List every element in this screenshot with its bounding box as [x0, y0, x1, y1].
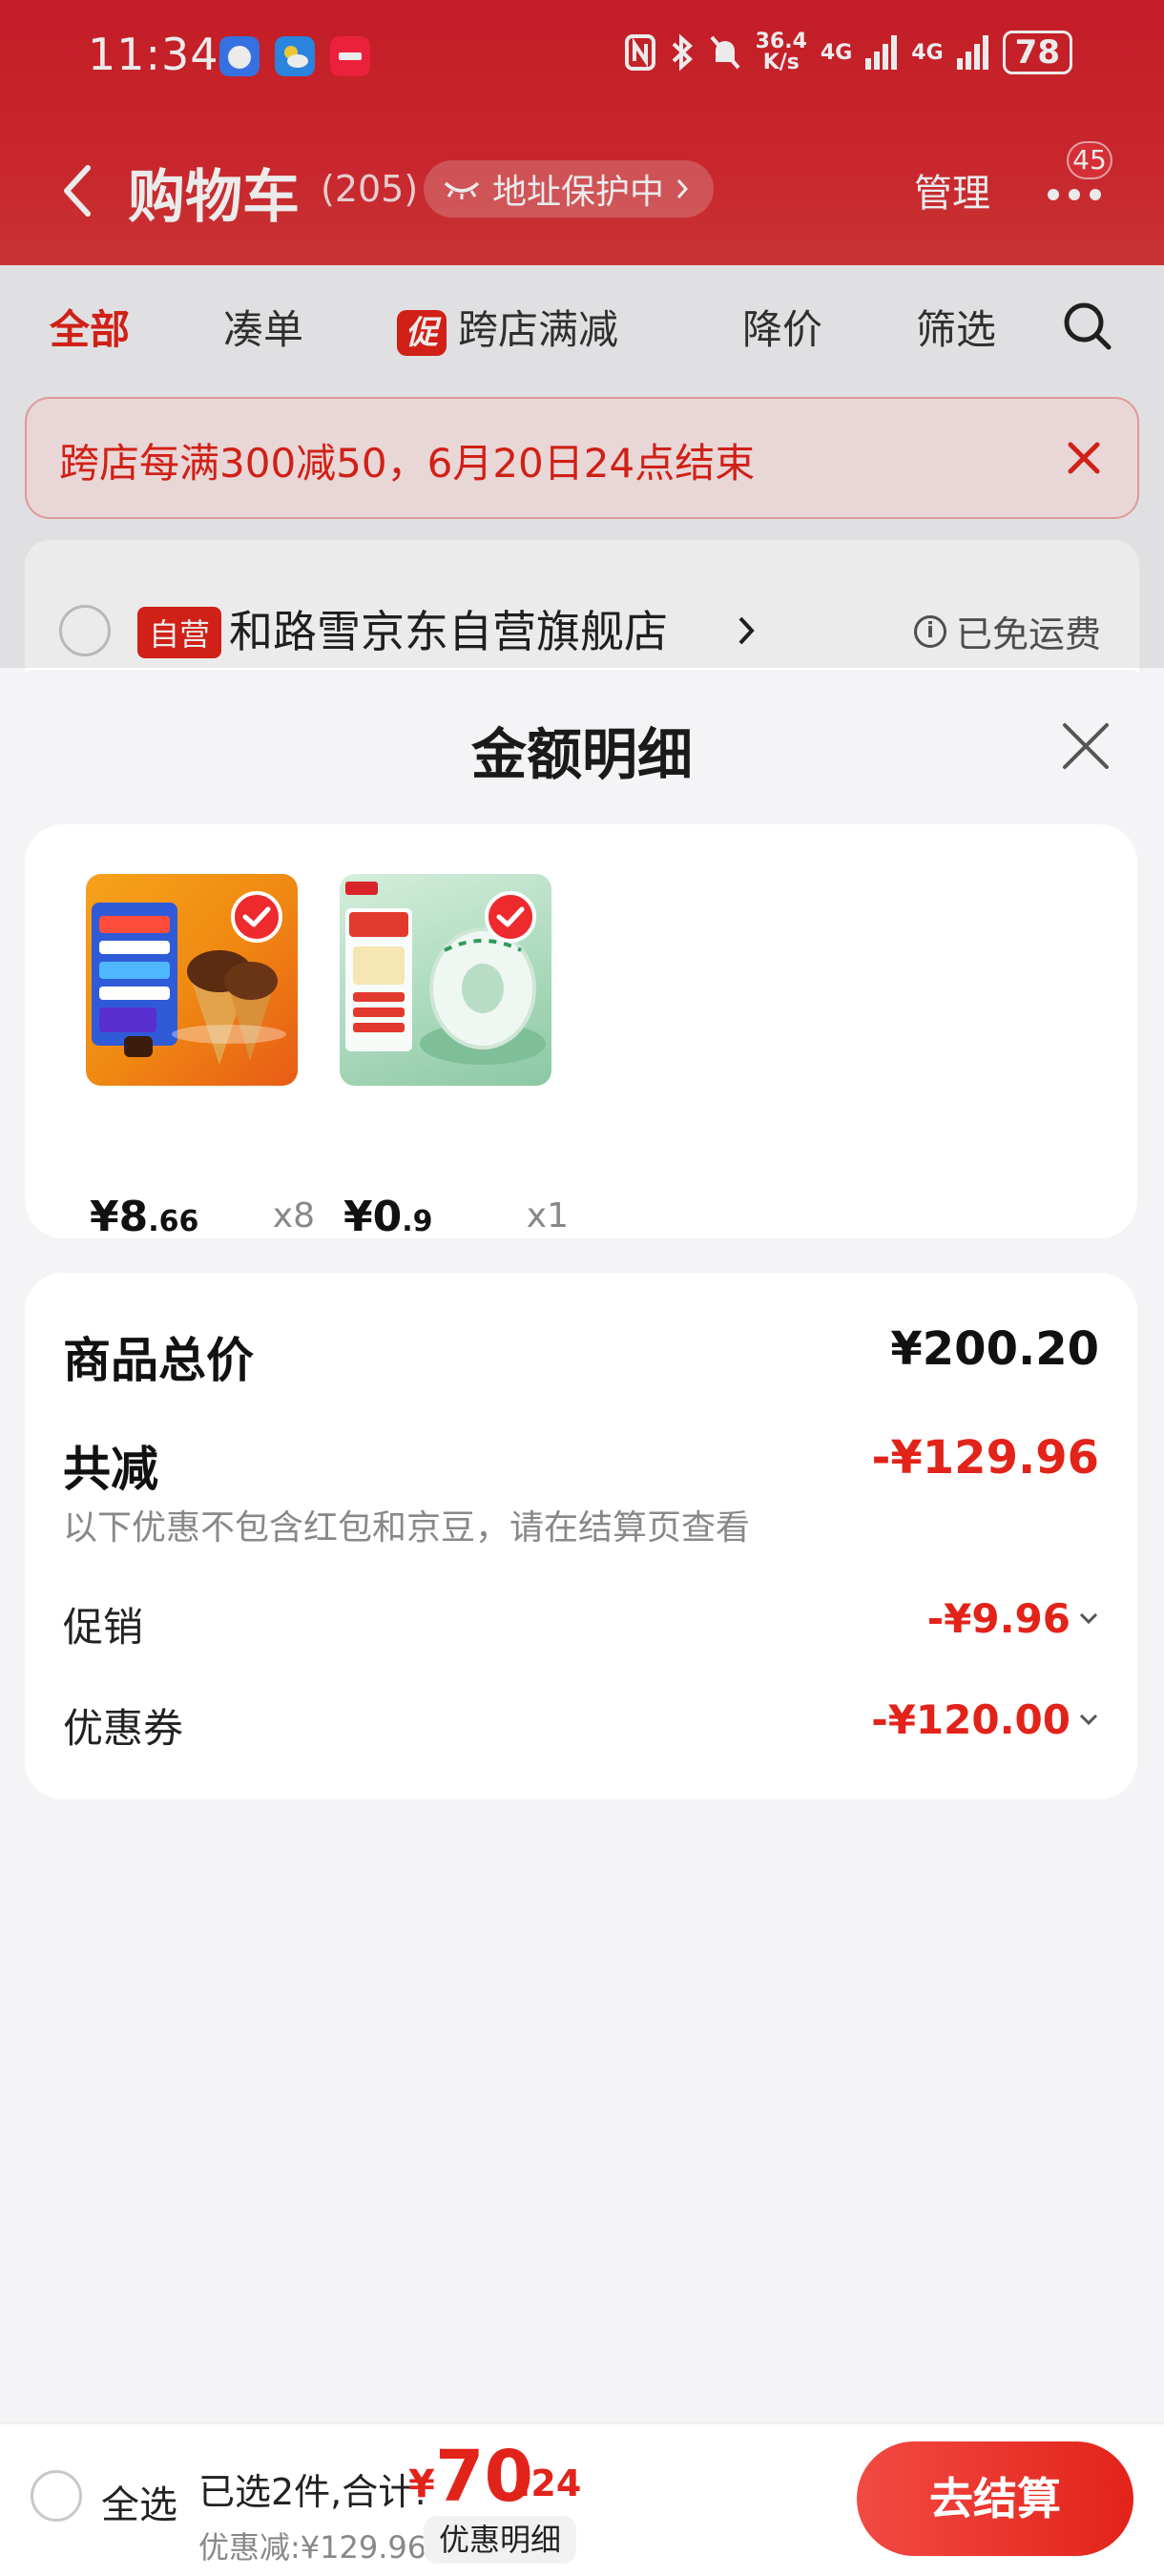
promo-mark: 促	[397, 309, 447, 356]
reduction-label: 共减	[63, 1442, 158, 1497]
promotion-row[interactable]: 促销 -¥9.96	[63, 1595, 1099, 1652]
selected-item[interactable]: ¥8.66 x8	[86, 874, 315, 1241]
tab-all[interactable]: 全部	[50, 298, 130, 356]
tab-bundle[interactable]: 凑单	[223, 298, 303, 356]
signal-4g-label-2: 4G	[911, 40, 944, 65]
promo-notice-text: 跨店每满300减50，6月20日24点结束	[59, 440, 756, 487]
status-time: 11:34	[88, 29, 219, 80]
free-shipping-label: 已免运费	[955, 613, 1101, 655]
reduction-note-row: 以下优惠不包含红包和京豆，请在结算页查看	[63, 1500, 1099, 1549]
nfc-icon	[624, 34, 655, 71]
checked-icon	[485, 891, 536, 943]
select-all-radio[interactable]	[31, 2470, 82, 2522]
chevron-right-icon	[738, 616, 755, 645]
signal-bars-icon-2	[956, 35, 988, 70]
signal-4g-label: 4G	[820, 40, 853, 65]
battery-indicator: 78	[1002, 31, 1072, 74]
close-icon[interactable]	[1059, 719, 1112, 773]
back-chevron-icon[interactable]	[59, 162, 97, 219]
item-quantity: x8	[272, 1196, 315, 1236]
amount-detail-sheet: 金额明细 ¥8.66 x8 ¥0.9 x1 商品总价 ¥200.20 共减 -¥…	[0, 670, 1164, 2423]
item-price-int: ¥8	[90, 1193, 149, 1241]
sheet-title: 金额明细	[470, 722, 693, 787]
item-price-row: ¥8.66 x8	[86, 1193, 315, 1250]
selected-items-card: ¥8.66 x8 ¥0.9 x1	[25, 824, 1137, 1241]
checkout-button[interactable]: 去结算	[857, 2441, 1133, 2556]
tab-cross-store[interactable]: 促跨店满减	[397, 298, 618, 356]
amount-summary-card: 商品总价 ¥200.20 共减 -¥129.96 以下优惠不包含红包和京豆，请在…	[25, 1273, 1137, 1799]
weather-app-icon	[275, 36, 315, 76]
cart-nav: 购物车 (205) 地址保护中 管理 45	[0, 141, 1164, 235]
reduction-row: 共减 -¥129.96	[63, 1431, 1099, 1498]
net-speed-unit: K/s	[762, 51, 800, 74]
manage-button[interactable]: 管理	[914, 162, 990, 218]
product-thumbnail	[340, 874, 551, 1086]
filter-tabs: 全部 凑单 促跨店满减 降价 筛选	[0, 265, 1164, 389]
item-price: ¥8.66	[90, 1193, 198, 1241]
coupon-label: 优惠券	[63, 1705, 184, 1752]
eye-closed-icon	[444, 181, 480, 199]
mute-bell-icon	[710, 35, 740, 70]
reduction-note: 以下优惠不包含红包和京豆，请在结算页查看	[63, 1508, 751, 1548]
goods-total-row: 商品总价 ¥200.20	[63, 1322, 1099, 1389]
signal-bars-icon	[865, 35, 898, 70]
net-speed-value: 36.4	[755, 30, 807, 53]
goods-total-value: ¥200.20	[890, 1322, 1099, 1376]
cart-count: (205)	[321, 168, 419, 210]
goods-total-label: 商品总价	[63, 1333, 254, 1388]
status-icons: 36.4 K/s 4G 4G 78	[624, 31, 1072, 74]
selected-summary: 已选2件,合计:	[198, 2471, 427, 2513]
item-price-dec: .66	[148, 1205, 199, 1238]
total-amount-dec: .24	[517, 2462, 582, 2504]
select-all-label[interactable]: 全选	[101, 2474, 177, 2529]
coupon-row[interactable]: 优惠券 -¥120.00	[63, 1696, 1099, 1754]
close-icon[interactable]	[1063, 437, 1105, 479]
selected-item[interactable]: ¥0.9 x1	[340, 874, 569, 1241]
status-bar: 11:34 36.4 K/s 4G 4G 78	[0, 0, 1164, 114]
checkout-bar: 全选 已选2件,合计: ¥ 70 .24 优惠减:¥129.96 优惠明细 去结…	[0, 2423, 1164, 2576]
promotion-value: -¥9.96	[926, 1595, 1070, 1642]
discount-detail-button[interactable]: 优惠明细	[424, 2516, 577, 2564]
search-icon[interactable]	[1061, 300, 1114, 353]
xiaohongshu-app-icon	[330, 36, 370, 76]
free-shipping: i 已免运费	[913, 605, 1101, 657]
bluetooth-icon	[672, 33, 693, 72]
qq-app-icon	[219, 36, 260, 76]
reduction-value: -¥129.96	[871, 1431, 1099, 1485]
item-price-row: ¥0.9 x1	[340, 1193, 569, 1250]
self-operated-tag: 自营	[137, 607, 222, 658]
net-speed: 36.4 K/s	[756, 31, 807, 73]
total-currency: ¥	[408, 2462, 435, 2506]
store-name[interactable]: 和路雪京东自营旗舰店	[229, 597, 668, 660]
chevron-right-icon	[676, 179, 689, 198]
promo-notice-banner: 跨店每满300减50，6月20日24点结束	[25, 397, 1139, 519]
cart-header: 11:34 36.4 K/s 4G 4G 78 购物车 (205) 地址保护中 …	[0, 0, 1164, 265]
chevron-down-icon	[1079, 1714, 1098, 1726]
info-icon[interactable]: i	[913, 614, 946, 648]
tab-filter[interactable]: 筛选	[916, 298, 996, 356]
product-thumbnail	[86, 874, 298, 1086]
tab-price-drop[interactable]: 降价	[742, 298, 822, 356]
item-quantity: x1	[526, 1196, 569, 1236]
coupon-value: -¥120.00	[871, 1696, 1070, 1743]
checked-icon	[231, 891, 282, 943]
item-price-dec: .9	[402, 1205, 433, 1238]
address-protect-pill[interactable]: 地址保护中	[424, 160, 715, 218]
discount-summary: 优惠减:¥129.96	[198, 2529, 427, 2566]
item-price: ¥0.9	[343, 1193, 433, 1241]
item-price-int: ¥0	[343, 1193, 403, 1241]
promotion-label: 促销	[63, 1604, 144, 1651]
address-protect-label: 地址保护中	[492, 173, 665, 212]
chevron-down-icon	[1079, 1612, 1098, 1625]
page-title: 购物车	[128, 164, 300, 231]
store-select-radio[interactable]	[59, 605, 111, 656]
message-badge: 45	[1067, 141, 1112, 179]
tab-cross-store-label: 跨店满减	[458, 306, 619, 353]
